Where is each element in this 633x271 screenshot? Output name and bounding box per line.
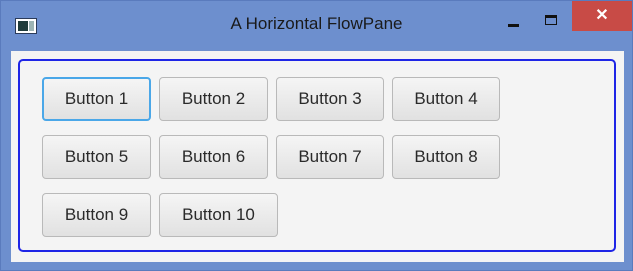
button-8[interactable]: Button 8 [392,135,500,179]
button-6[interactable]: Button 6 [159,135,268,179]
app-window: A Horizontal FlowPane ✕ Button 1 Button … [0,0,633,271]
button-4[interactable]: Button 4 [392,77,500,121]
button-10[interactable]: Button 10 [159,193,278,237]
close-icon: ✕ [595,7,609,24]
minimize-icon [508,24,519,27]
close-button[interactable]: ✕ [572,1,632,31]
button-7[interactable]: Button 7 [276,135,384,179]
button-9[interactable]: Button 9 [42,193,151,237]
button-3[interactable]: Button 3 [276,77,384,121]
button-2[interactable]: Button 2 [159,77,268,121]
title-bar[interactable]: A Horizontal FlowPane ✕ [1,1,632,51]
maximize-icon [545,15,557,25]
horizontal-flowpane: Button 1 Button 2 Button 3 Button 4 Butt… [18,59,616,252]
button-1[interactable]: Button 1 [42,77,151,121]
maximize-button[interactable] [536,9,566,31]
minimize-button[interactable] [499,11,529,33]
button-5[interactable]: Button 5 [42,135,151,179]
